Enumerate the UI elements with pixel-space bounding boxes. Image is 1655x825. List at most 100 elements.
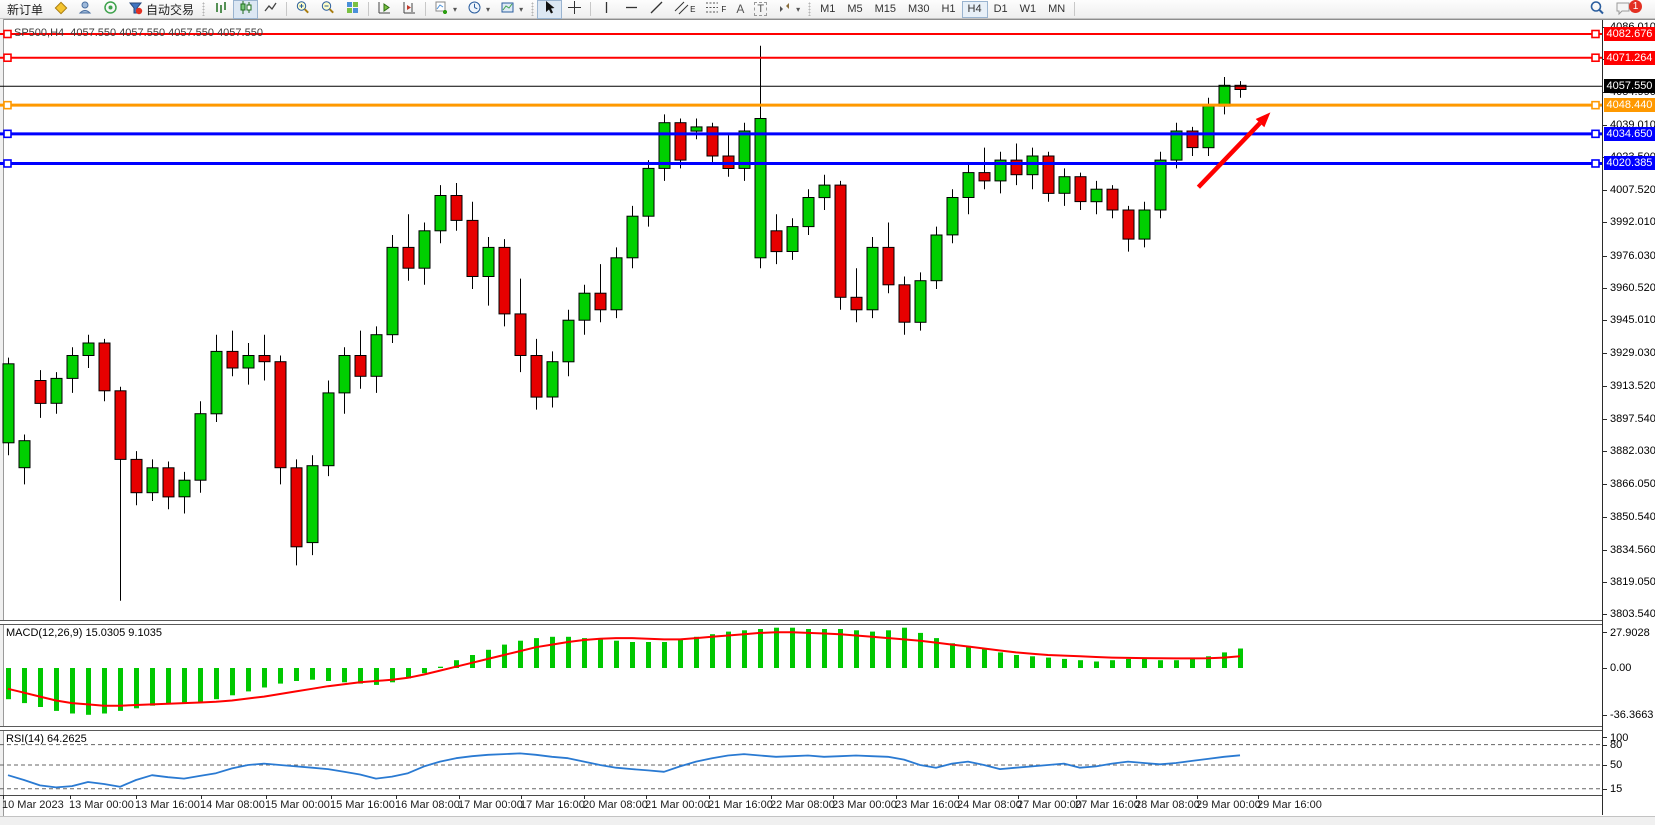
axis-tick	[1603, 517, 1607, 518]
crosshair-tool-button[interactable]	[562, 0, 587, 19]
timeframe-h4-button[interactable]: H4	[962, 1, 988, 18]
auto-scroll-icon	[377, 0, 392, 18]
time-axis-tick	[958, 795, 959, 799]
notification-badge: 1	[1629, 0, 1642, 13]
time-axis-tick	[396, 795, 397, 799]
axis-tick-label: 3945.010	[1610, 314, 1655, 326]
fibonacci-icon	[705, 0, 721, 18]
timeframe-mn-button[interactable]: MN	[1042, 1, 1071, 18]
trendline-tool-button[interactable]	[644, 0, 669, 19]
timeframe-m30-button[interactable]: M30	[902, 1, 935, 18]
time-axis-label: 27 Mar 00:00	[1017, 799, 1082, 811]
mt4-terminal-window: 新订单 自动交易 ▾ ▾ ▾ E F A T ▾ M	[0, 0, 1655, 825]
axis-tick-label: 3819.050	[1610, 576, 1655, 588]
candlestick-chart-type-button[interactable]	[233, 0, 258, 19]
time-axis-label: 29 Mar 00:00	[1196, 799, 1261, 811]
fibonacci-tool-button[interactable]: F	[700, 0, 731, 19]
horizontal-line-tool-button[interactable]	[619, 0, 644, 19]
notifications-button[interactable]: 1	[1610, 0, 1647, 19]
toolbar-separator	[368, 2, 369, 16]
macd-axis-label: 0.00	[1610, 662, 1631, 674]
axis-tick	[1603, 737, 1607, 738]
auto-trading-funnel-icon	[128, 0, 143, 18]
fibo-letter: F	[721, 5, 726, 14]
period-button[interactable]: ▾	[462, 0, 495, 19]
price-badge: 4034.650	[1604, 127, 1655, 141]
chart-window-button[interactable]	[48, 0, 73, 19]
vertical-line-tool-button[interactable]	[594, 0, 619, 19]
search-button[interactable]	[1584, 0, 1610, 19]
templates-button[interactable]: ▾	[495, 0, 528, 19]
dropdown-caret-icon: ▾	[519, 5, 523, 14]
time-axis-tick	[1136, 795, 1137, 799]
time-axis-label: 10 Mar 2023	[2, 799, 64, 811]
cursor-tool-button[interactable]	[537, 0, 562, 19]
tile-windows-button[interactable]	[340, 0, 365, 19]
line-chart-type-button[interactable]	[258, 0, 283, 19]
timeframe-h1-button[interactable]: H1	[935, 1, 961, 18]
bar-chart-type-button[interactable]	[208, 0, 233, 19]
price-badge: 4057.550	[1604, 79, 1655, 93]
timeframe-m5-button[interactable]: M5	[841, 1, 868, 18]
axis-tick	[1603, 419, 1607, 420]
time-axis-tick	[584, 795, 585, 799]
time-axis-label: 14 Mar 08:00	[200, 799, 265, 811]
main-price-pane[interactable]	[0, 20, 1602, 621]
search-icon	[1589, 0, 1605, 19]
add-indicator-icon	[434, 0, 449, 18]
price-axis[interactable]: 4082.6764071.2644057.5504048.4404034.650…	[1602, 20, 1655, 815]
axis-tick	[1603, 484, 1607, 485]
time-axis-tick	[70, 795, 71, 799]
axis-tick	[1603, 451, 1607, 452]
dropdown-caret-icon: ▾	[486, 5, 490, 14]
toolbar-separator	[425, 2, 426, 16]
time-axis-tick	[1018, 795, 1019, 799]
auto-scroll-button[interactable]	[372, 0, 397, 19]
chart-shift-button[interactable]	[397, 0, 422, 19]
time-axis-line	[0, 795, 1655, 796]
axis-tick	[1603, 765, 1607, 766]
time-axis-label: 20 Mar 08:00	[583, 799, 648, 811]
time-axis-tick	[201, 795, 202, 799]
profile-button[interactable]	[73, 0, 98, 19]
axis-tick-label: 3960.520	[1610, 282, 1655, 294]
time-axis-tick	[1076, 795, 1077, 799]
cursor-icon	[542, 0, 557, 18]
arrows-tool-button[interactable]: ▾	[772, 0, 805, 19]
time-axis-label: 24 Mar 08:00	[957, 799, 1022, 811]
template-chart-icon	[500, 0, 515, 18]
axis-tick	[1603, 190, 1607, 191]
time-axis-tick	[521, 795, 522, 799]
text-tool-button[interactable]: A	[731, 0, 749, 19]
auto-trading-button[interactable]: 自动交易	[123, 0, 199, 19]
axis-tick-label: 3929.030	[1610, 347, 1655, 359]
new-order-button[interactable]: 新订单	[2, 0, 48, 19]
timeframe-m1-button[interactable]: M1	[814, 1, 841, 18]
text-label-tool-button[interactable]: T	[749, 0, 772, 19]
channel-tool-button[interactable]: E	[669, 0, 700, 19]
zoom-in-button[interactable]	[290, 0, 315, 19]
macd-signal-line	[8, 632, 1240, 705]
time-axis[interactable]: 10 Mar 202313 Mar 00:0013 Mar 16:0014 Ma…	[0, 799, 1655, 813]
time-axis-label: 15 Mar 00:00	[265, 799, 330, 811]
time-axis-tick	[136, 795, 137, 799]
time-axis-tick	[833, 795, 834, 799]
timeframe-w1-button[interactable]: W1	[1014, 1, 1043, 18]
macd-pane[interactable]	[0, 625, 1602, 727]
timeframe-m15-button[interactable]: M15	[869, 1, 902, 18]
candlestick-icon	[238, 0, 253, 18]
timeframe-d1-button[interactable]: D1	[988, 1, 1014, 18]
zoom-out-button[interactable]	[315, 0, 340, 19]
time-axis-label: 22 Mar 08:00	[770, 799, 835, 811]
horizontal-line-icon	[624, 0, 639, 18]
time-axis-label: 23 Mar 00:00	[832, 799, 897, 811]
zoom-in-icon	[295, 0, 310, 18]
axis-tick-label: 3913.520	[1610, 380, 1655, 392]
price-badge: 4020.385	[1604, 156, 1655, 170]
toolbar-separator	[1074, 2, 1075, 16]
rsi-pane[interactable]	[0, 731, 1602, 795]
time-axis-label: 15 Mar 16:00	[330, 799, 395, 811]
signal-button[interactable]	[98, 0, 123, 19]
add-indicator-button[interactable]: ▾	[429, 0, 462, 19]
price-badge: 4048.440	[1604, 98, 1655, 112]
